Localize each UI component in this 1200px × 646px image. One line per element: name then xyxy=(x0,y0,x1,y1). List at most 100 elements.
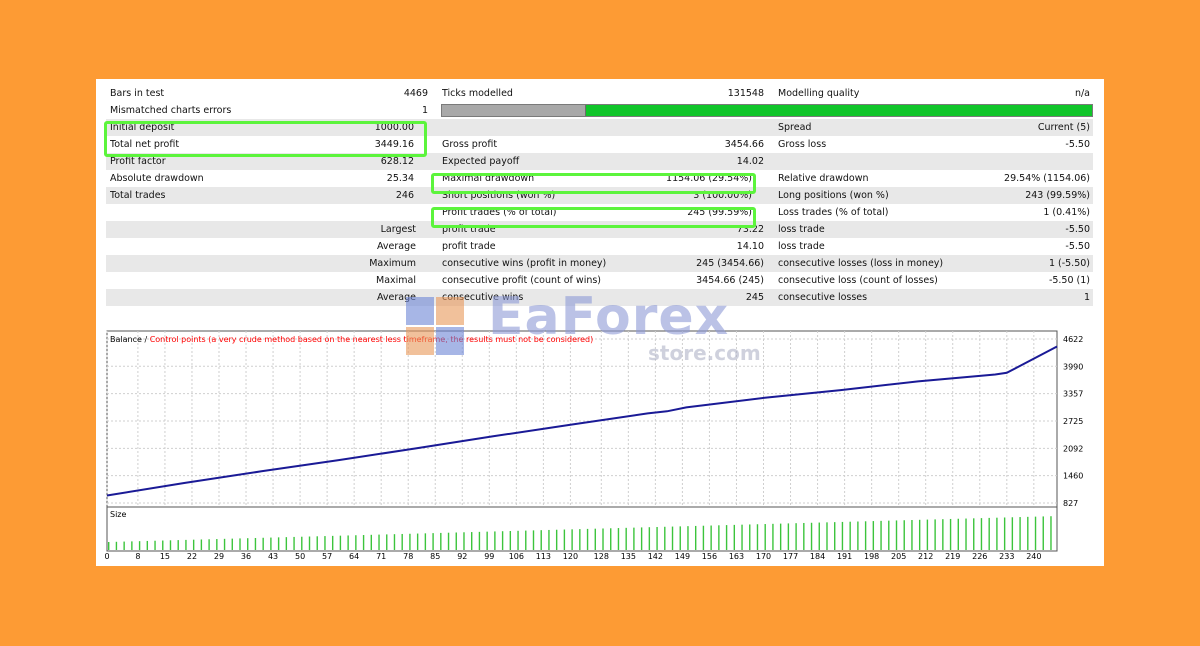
size-bar xyxy=(548,529,550,550)
x-tick-label: 142 xyxy=(648,552,663,561)
size-bar xyxy=(857,521,859,550)
y-tick-label: 2725 xyxy=(1063,417,1083,426)
size-bar xyxy=(486,531,488,550)
size-bar xyxy=(687,526,689,550)
size-bar xyxy=(1034,516,1037,550)
watermark-brand: EaForex xyxy=(488,287,730,347)
size-bar xyxy=(656,526,658,550)
size-label: Size xyxy=(110,510,127,519)
size-bar xyxy=(324,536,326,550)
size-bar xyxy=(525,530,527,550)
size-bar xyxy=(393,534,396,550)
size-bar xyxy=(895,520,898,550)
x-tick-label: 64 xyxy=(349,552,359,561)
size-bar xyxy=(223,538,226,550)
size-bar xyxy=(841,521,844,550)
x-tick-label: 120 xyxy=(563,552,578,561)
size-bar xyxy=(718,525,720,550)
x-tick-label: 205 xyxy=(891,552,906,561)
size-bar xyxy=(633,527,635,550)
size-bar xyxy=(694,525,697,550)
size-bar xyxy=(741,524,743,550)
size-bar xyxy=(579,529,581,550)
size-bar xyxy=(440,532,442,550)
x-tick-label: 43 xyxy=(268,552,278,561)
x-tick-label: 113 xyxy=(536,552,551,561)
size-bar xyxy=(826,522,828,550)
size-bar xyxy=(146,540,149,550)
size-bar xyxy=(679,526,681,550)
x-tick-label: 15 xyxy=(160,552,170,561)
size-bar xyxy=(424,533,427,550)
watermark-logo-icon xyxy=(406,297,464,355)
size-bar xyxy=(254,537,257,550)
y-tick-label: 3357 xyxy=(1063,390,1083,399)
y-tick-label: 4622 xyxy=(1063,335,1083,344)
size-bar xyxy=(903,520,905,550)
size-bar xyxy=(331,535,334,550)
size-bar xyxy=(1027,516,1029,550)
size-bar xyxy=(355,535,357,550)
size-bar xyxy=(386,534,388,550)
x-tick-label: 240 xyxy=(1026,552,1041,561)
size-bar xyxy=(803,522,805,550)
x-tick-label: 184 xyxy=(810,552,825,561)
size-bar xyxy=(779,523,782,550)
size-bar xyxy=(942,519,944,550)
x-tick-label: 0 xyxy=(104,552,109,561)
size-bar xyxy=(934,519,936,550)
size-bar xyxy=(401,533,403,550)
size-bar xyxy=(926,519,929,550)
x-tick-label: 170 xyxy=(756,552,771,561)
size-bar xyxy=(1011,517,1014,550)
size-bar xyxy=(973,518,975,550)
x-tick-label: 57 xyxy=(322,552,332,561)
size-bar xyxy=(494,531,496,550)
size-bar xyxy=(725,525,728,550)
watermark: EaForex store.com xyxy=(396,279,816,369)
size-bar xyxy=(818,522,820,550)
x-tick-label: 149 xyxy=(675,552,690,561)
size-bar xyxy=(316,536,318,550)
size-bar xyxy=(1019,517,1021,550)
x-tick-label: 36 xyxy=(241,552,251,561)
size-bar xyxy=(849,521,851,550)
size-bar xyxy=(980,518,983,550)
x-tick-label: 128 xyxy=(594,552,609,561)
x-tick-label: 29 xyxy=(214,552,224,561)
y-tick-label: 2092 xyxy=(1063,444,1083,453)
size-bar xyxy=(594,528,596,550)
size-bar xyxy=(517,530,519,550)
size-bar xyxy=(285,537,288,550)
size-bar xyxy=(416,533,419,550)
size-bar xyxy=(571,529,573,550)
x-tick-label: 71 xyxy=(376,552,386,561)
size-bar xyxy=(308,536,311,550)
size-bar xyxy=(108,542,110,550)
x-tick-label: 8 xyxy=(135,552,140,561)
x-axis-labels: 0 8 15 22 29 36 43 50 57 64 71 78 85 92 99 106 113 120 128… xyxy=(104,552,1041,561)
x-tick-label: 85 xyxy=(430,552,440,561)
size-bar xyxy=(957,518,959,550)
x-tick-label: 156 xyxy=(702,552,717,561)
size-bar xyxy=(1050,516,1052,550)
x-tick-label: 92 xyxy=(457,552,467,561)
size-bar xyxy=(795,523,797,550)
size-bar xyxy=(810,522,813,550)
size-bar xyxy=(888,520,890,550)
size-bar xyxy=(370,534,373,550)
x-tick-label: 177 xyxy=(783,552,798,561)
x-tick-label: 219 xyxy=(945,552,960,561)
size-bar xyxy=(610,528,612,550)
size-bar xyxy=(239,538,241,550)
size-bar xyxy=(509,531,512,550)
size-bar xyxy=(378,534,380,550)
size-plot-frame xyxy=(106,506,1058,552)
size-bar xyxy=(177,540,179,550)
size-bar xyxy=(625,527,627,550)
size-bar xyxy=(664,526,666,550)
size-bar xyxy=(834,522,836,550)
y-axis-labels: 4622 3990 3357 2725 2092 1460 827 xyxy=(1063,335,1083,508)
size-bar xyxy=(409,533,411,550)
size-bar xyxy=(640,527,643,550)
